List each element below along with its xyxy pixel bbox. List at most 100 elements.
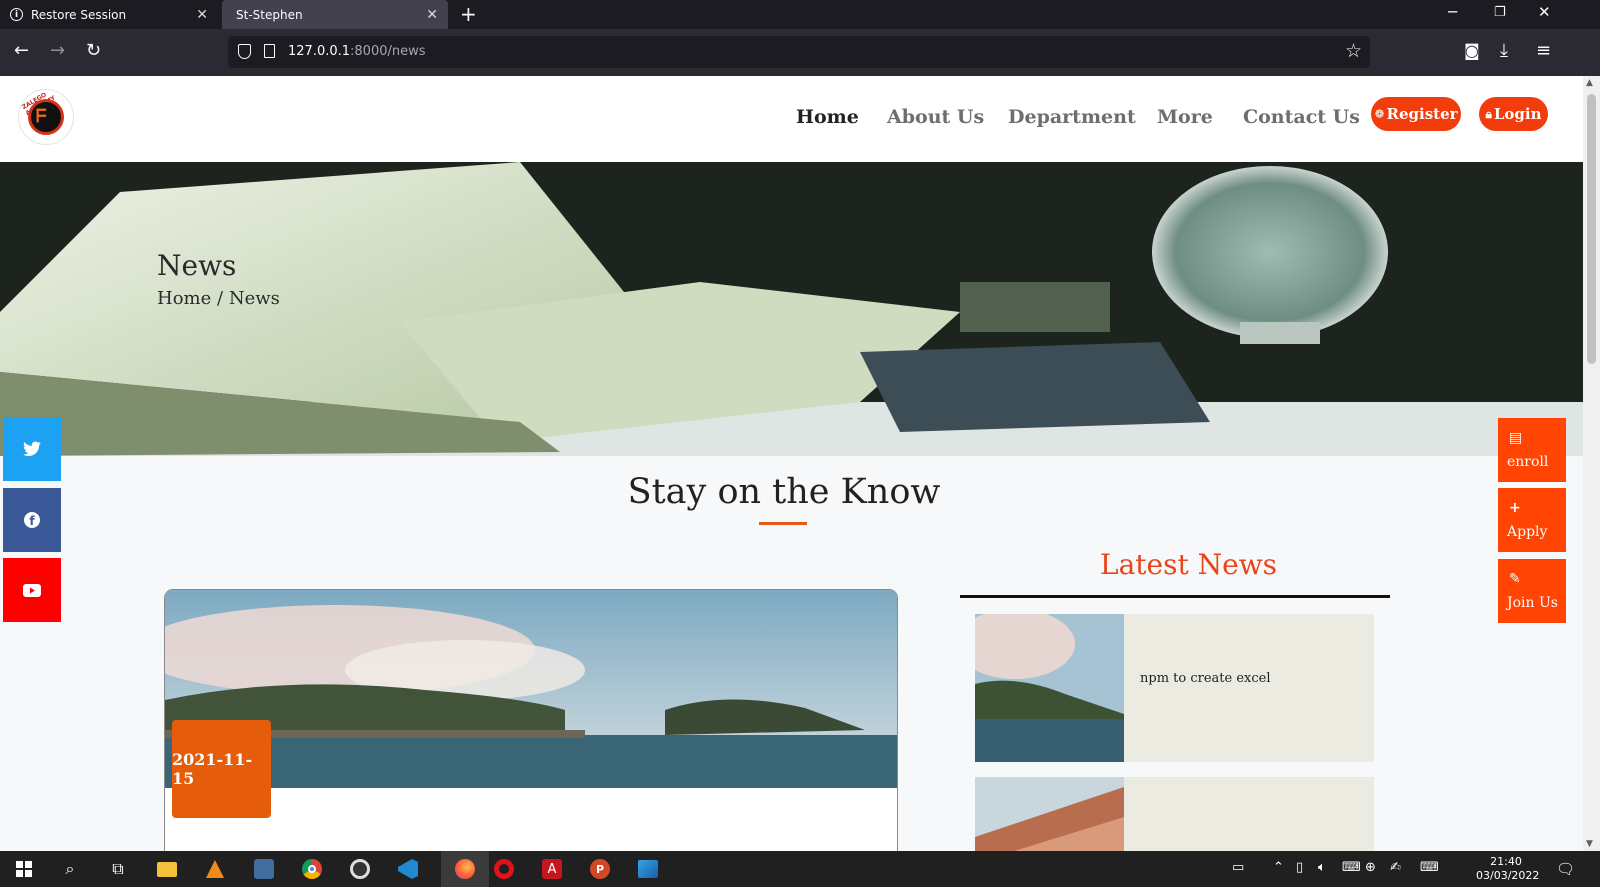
globe-icon: ❁ <box>1374 107 1385 121</box>
close-window-icon[interactable]: ✕ <box>1538 3 1551 21</box>
breadcrumb-home[interactable]: Home <box>157 288 211 309</box>
edit-icon: ✎ <box>1509 571 1521 587</box>
page-viewport: ZALEGO ACADEMY ᖴ Home About Us Departmen… <box>0 76 1583 851</box>
youtube-link[interactable] <box>3 558 61 622</box>
news-card-image <box>165 590 897 788</box>
facebook-icon: f <box>24 512 40 528</box>
search-icon[interactable]: ⌕ <box>58 857 82 881</box>
register-button[interactable]: ❁ Register <box>1371 97 1461 131</box>
hero-title: News <box>157 249 237 282</box>
powerpoint-icon[interactable]: P <box>588 857 612 881</box>
join-us-button[interactable]: ✎ Join Us <box>1498 559 1566 623</box>
tab-label: St-Stephen <box>236 7 303 22</box>
reload-icon[interactable]: ↻ <box>86 41 101 61</box>
chrome-icon[interactable] <box>300 857 324 881</box>
lock-icon: 🔒︎ <box>1485 106 1492 121</box>
nav-department[interactable]: Department <box>1008 106 1136 128</box>
obs-icon[interactable] <box>348 857 372 881</box>
tab-restore-session[interactable]: i Restore Session ✕ <box>0 0 218 29</box>
system-clock[interactable]: 21:40 03/03/2022 <box>1476 855 1540 883</box>
breadcrumb-separator: / <box>217 288 224 309</box>
task-view-icon[interactable]: ⧉ <box>106 857 130 881</box>
chevron-up-icon[interactable]: ⌃ <box>1273 860 1284 875</box>
news-date-badge: 2021-11-15 <box>172 720 271 818</box>
keyboard-layout-icon[interactable]: ⌨ <box>1342 860 1361 875</box>
url-text[interactable]: 127.0.0.1:8000/news <box>288 44 426 59</box>
register-label: Register <box>1386 105 1458 123</box>
url-bar[interactable]: 127.0.0.1:8000/news ☆ <box>228 36 1370 68</box>
breadcrumb-current: News <box>228 288 280 309</box>
nav-more[interactable]: More <box>1157 106 1213 128</box>
hero-banner: News Home / News <box>0 162 1583 456</box>
notifications-icon[interactable]: 🗨︎ <box>1556 860 1575 878</box>
login-label: Login <box>1493 105 1542 123</box>
vlc-icon[interactable] <box>203 857 227 881</box>
firefox-icon[interactable] <box>453 857 477 881</box>
latest-news-title-text[interactable]: npm to create excel <box>1140 671 1270 686</box>
tab-close-icon[interactable]: ✕ <box>426 7 438 23</box>
page-icon <box>264 44 275 58</box>
logo-mark-icon: ᖴ <box>36 106 47 127</box>
shield-icon[interactable] <box>238 44 251 59</box>
site-header: ZALEGO ACADEMY ᖴ Home About Us Departmen… <box>0 76 1583 162</box>
back-arrow-icon[interactable]: ← <box>14 41 29 61</box>
plus-icon: + <box>1509 500 1521 516</box>
site-logo[interactable]: ZALEGO ACADEMY ᖴ <box>18 89 74 145</box>
globe-network-icon[interactable]: ⊕ <box>1365 860 1376 875</box>
enroll-button[interactable]: ▤ enroll <box>1498 418 1566 482</box>
section-title: Stay on the Know <box>627 472 941 512</box>
touch-keyboard-icon[interactable]: ⌨ <box>1420 860 1439 875</box>
nav-about-us[interactable]: About Us <box>887 106 984 128</box>
speaker-icon[interactable]: 🔈︎ <box>1318 860 1326 875</box>
apply-label: Apply <box>1507 524 1548 540</box>
bookmark-star-icon[interactable]: ☆ <box>1345 40 1362 62</box>
windows-taskbar: ⌕ ⧉ A P ▭ ⌃ ▯ 🔈︎ ⌨ ⊕ ✍ ⌨ 21:40 03/03/202… <box>0 851 1600 887</box>
browser-tab-strip: i Restore Session ✕ St-Stephen ✕ + ─ ❐ ✕ <box>0 0 1600 29</box>
tab-st-stephen[interactable]: St-Stephen ✕ <box>222 0 448 29</box>
minimize-icon[interactable]: ─ <box>1448 3 1457 21</box>
bookmark-icon: ▤ <box>1509 430 1523 446</box>
menu-icon[interactable]: ≡ <box>1536 41 1551 61</box>
info-icon: i <box>10 8 23 21</box>
tab-label: Restore Session <box>31 7 127 22</box>
pocket-icon[interactable]: ◙ <box>1464 41 1480 61</box>
browser-toolbar: ← → ↻ 127.0.0.1:8000/news ☆ ◙ ⤓ ≡ <box>0 29 1600 76</box>
news-card[interactable] <box>164 589 898 851</box>
breadcrumb: Home / News <box>157 288 280 309</box>
hero-image <box>0 162 1583 456</box>
tab-close-icon[interactable]: ✕ <box>196 7 208 23</box>
clock-date: 03/03/2022 <box>1476 869 1540 882</box>
opera-icon[interactable] <box>492 857 516 881</box>
restore-window-icon[interactable]: ❐ <box>1494 5 1506 20</box>
twitter-link[interactable] <box>3 417 61 481</box>
nav-contact-us[interactable]: Contact Us <box>1243 106 1360 128</box>
mysql-workbench-icon[interactable] <box>252 857 276 881</box>
pen-icon[interactable]: ✍ <box>1390 860 1401 875</box>
twitter-icon <box>23 441 41 457</box>
title-underline <box>759 522 807 525</box>
login-button[interactable]: 🔒︎ Login <box>1479 97 1548 131</box>
nav-home[interactable]: Home <box>796 106 859 128</box>
file-explorer-icon[interactable] <box>155 857 179 881</box>
scrollbar-thumb[interactable] <box>1587 94 1596 364</box>
forward-arrow-icon[interactable]: → <box>50 41 65 61</box>
page-scrollbar[interactable]: ▲ ▼ <box>1583 76 1600 851</box>
device-icon[interactable]: ▯ <box>1296 860 1303 875</box>
new-tab-button[interactable]: + <box>460 2 477 26</box>
latest-news-item[interactable] <box>975 777 1374 851</box>
facebook-link[interactable]: f <box>3 488 61 552</box>
latest-news-thumbnail <box>975 777 1124 851</box>
acrobat-icon[interactable]: A <box>540 857 564 881</box>
join-us-label: Join Us <box>1507 595 1558 611</box>
vscode-icon[interactable] <box>396 857 420 881</box>
download-icon[interactable]: ⤓ <box>1500 41 1508 61</box>
windows-start-icon[interactable] <box>12 857 36 881</box>
photos-icon[interactable] <box>636 857 660 881</box>
scroll-down-arrow-icon[interactable]: ▼ <box>1586 839 1593 849</box>
latest-news-thumbnail <box>975 614 1124 762</box>
latest-news-item[interactable]: npm to create excel <box>975 614 1374 762</box>
scroll-up-arrow-icon[interactable]: ▲ <box>1586 78 1593 88</box>
clock-time: 21:40 <box>1490 855 1522 868</box>
news-widget-icon[interactable]: ▭ <box>1232 860 1244 875</box>
apply-button[interactable]: + Apply <box>1498 488 1566 552</box>
